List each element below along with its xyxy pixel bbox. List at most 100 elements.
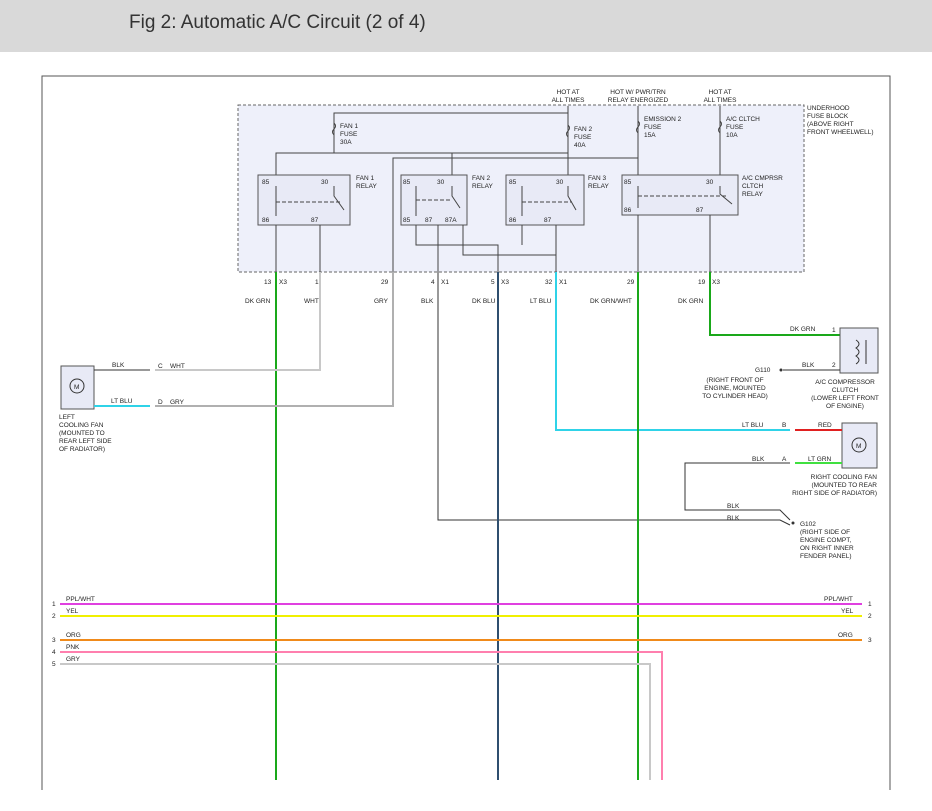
- svg-text:RELAY: RELAY: [356, 183, 377, 190]
- svg-text:RELAY: RELAY: [588, 183, 609, 190]
- svg-text:PPL/WHT: PPL/WHT: [66, 596, 95, 603]
- svg-text:FUSE: FUSE: [726, 124, 744, 131]
- compressor-wire-labels: DK GRN BLK: [790, 326, 816, 369]
- svg-text:BLK: BLK: [421, 298, 434, 305]
- wiring-diagram: HOT AT ALL TIMES HOT W/ PWR/TRN RELAY EN…: [0, 52, 932, 806]
- svg-text:87: 87: [311, 217, 319, 224]
- svg-text:RED: RED: [818, 422, 832, 429]
- svg-text:M: M: [856, 443, 861, 450]
- svg-text:85: 85: [403, 217, 411, 224]
- svg-text:REAR LEFT SIDE: REAR LEFT SIDE: [59, 438, 112, 445]
- wire-labels: DK GRN WHT GRY BLK DK BLU LT BLU DK GRN/…: [245, 298, 704, 305]
- svg-text:FAN 3: FAN 3: [588, 175, 606, 182]
- fuse-block-label: UNDERHOOD FUSE BLOCK (ABOVE RIGHT FRONT …: [807, 105, 874, 136]
- svg-text:85: 85: [403, 179, 411, 186]
- svg-text:15A: 15A: [644, 132, 656, 139]
- svg-text:(RIGHT FRONT OF: (RIGHT FRONT OF: [706, 377, 763, 384]
- svg-text:86: 86: [509, 217, 517, 224]
- svg-text:RELAY: RELAY: [472, 183, 493, 190]
- svg-text:LEFT: LEFT: [59, 414, 75, 421]
- svg-text:X3: X3: [712, 279, 720, 286]
- svg-text:30A: 30A: [340, 139, 352, 146]
- svg-text:19: 19: [698, 279, 706, 286]
- svg-text:85: 85: [262, 179, 270, 186]
- svg-text:FUSE: FUSE: [574, 134, 592, 141]
- svg-text:FUSE: FUSE: [340, 131, 358, 138]
- svg-text:4: 4: [431, 279, 435, 286]
- svg-text:87A: 87A: [445, 217, 457, 224]
- ac-compressor-clutch: 1 2 A/C COMPRESSOR CLUTCH (LOWER LEFT FR…: [811, 327, 879, 410]
- svg-text:1: 1: [832, 327, 836, 334]
- svg-text:FAN 1: FAN 1: [340, 123, 358, 130]
- svg-text:BLK: BLK: [112, 362, 125, 369]
- svg-text:RIGHT COOLING FAN: RIGHT COOLING FAN: [811, 474, 878, 481]
- svg-text:(MOUNTED TO: (MOUNTED TO: [59, 430, 105, 437]
- svg-text:2: 2: [868, 613, 872, 620]
- svg-text:40A: 40A: [574, 142, 586, 149]
- main-wires: [155, 272, 840, 780]
- svg-text:FENDER PANEL): FENDER PANEL): [800, 553, 852, 560]
- svg-text:DK GRN: DK GRN: [678, 298, 704, 305]
- svg-text:(ABOVE RIGHT: (ABOVE RIGHT: [807, 121, 854, 128]
- svg-text:87: 87: [425, 217, 433, 224]
- svg-text:FRONT WHEELWELL): FRONT WHEELWELL): [807, 129, 874, 136]
- svg-text:13: 13: [264, 279, 272, 286]
- svg-text:30: 30: [556, 179, 564, 186]
- svg-text:FUSE BLOCK: FUSE BLOCK: [807, 113, 849, 120]
- svg-text:RELAY ENERGIZED: RELAY ENERGIZED: [608, 97, 669, 104]
- lower-bus-labels: 1 2 3 4 5 PPL/WHT YEL ORG PNK GRY PPL/WH…: [52, 596, 872, 668]
- svg-text:FAN 2: FAN 2: [472, 175, 490, 182]
- svg-text:4: 4: [52, 649, 56, 656]
- svg-text:HOT AT: HOT AT: [557, 89, 580, 96]
- svg-text:RELAY: RELAY: [742, 191, 763, 198]
- svg-text:FUSE: FUSE: [644, 124, 662, 131]
- svg-text:A/C CMPRSR: A/C CMPRSR: [742, 175, 783, 182]
- svg-text:G102: G102: [800, 521, 816, 528]
- svg-text:CLTCH: CLTCH: [742, 183, 763, 190]
- svg-text:85: 85: [509, 179, 517, 186]
- svg-text:29: 29: [381, 279, 389, 286]
- svg-text:LT BLU: LT BLU: [742, 422, 764, 429]
- svg-text:87: 87: [544, 217, 552, 224]
- svg-text:M: M: [74, 384, 79, 391]
- svg-text:A/C COMPRESSOR: A/C COMPRESSOR: [815, 379, 875, 386]
- svg-text:WHT: WHT: [304, 298, 319, 305]
- svg-text:85: 85: [624, 179, 632, 186]
- left-cooling-fan: M LEFT COOLING FAN (MOUNTED TO REAR LEFT…: [59, 365, 112, 453]
- svg-text:HOT W/ PWR/TRN: HOT W/ PWR/TRN: [610, 89, 666, 96]
- g110-ground: G110 (RIGHT FRONT OF ENGINE, MOUNTED TO …: [702, 367, 783, 400]
- svg-text:BLK: BLK: [727, 515, 740, 522]
- svg-text:A/C CLTCH: A/C CLTCH: [726, 116, 760, 123]
- right-fan-labels: LT BLU B RED BLK A LT GRN BLK BLK: [727, 422, 832, 522]
- svg-text:OF ENGINE): OF ENGINE): [826, 403, 864, 410]
- svg-text:D: D: [158, 399, 163, 406]
- svg-text:ORG: ORG: [838, 632, 853, 639]
- svg-text:ON RIGHT INNER: ON RIGHT INNER: [800, 545, 854, 552]
- svg-text:COOLING FAN: COOLING FAN: [59, 422, 104, 429]
- lower-bus-wires: [60, 603, 862, 780]
- svg-text:G110: G110: [755, 367, 771, 374]
- svg-text:ENGINE COMPT,: ENGINE COMPT,: [800, 537, 851, 544]
- svg-text:GRY: GRY: [374, 298, 389, 305]
- svg-text:(LOWER LEFT FRONT: (LOWER LEFT FRONT: [811, 395, 879, 402]
- svg-text:5: 5: [491, 279, 495, 286]
- svg-text:YEL: YEL: [841, 608, 854, 615]
- svg-text:3: 3: [52, 637, 56, 644]
- svg-text:LT BLU: LT BLU: [530, 298, 552, 305]
- svg-text:C: C: [158, 363, 163, 370]
- svg-text:BLK: BLK: [727, 503, 740, 510]
- svg-text:OF RADIATOR): OF RADIATOR): [59, 446, 105, 453]
- svg-text:30: 30: [321, 179, 329, 186]
- svg-text:30: 30: [706, 179, 714, 186]
- svg-text:GRY: GRY: [170, 399, 185, 406]
- svg-text:(MOUNTED TO REAR: (MOUNTED TO REAR: [812, 482, 878, 489]
- svg-text:PPL/WHT: PPL/WHT: [824, 596, 853, 603]
- svg-text:B: B: [782, 422, 786, 429]
- svg-text:BLK: BLK: [802, 362, 815, 369]
- svg-text:X1: X1: [441, 279, 449, 286]
- svg-text:86: 86: [262, 217, 270, 224]
- svg-text:5: 5: [52, 661, 56, 668]
- circuit-svg: HOT AT ALL TIMES HOT W/ PWR/TRN RELAY EN…: [41, 75, 891, 790]
- svg-text:1: 1: [315, 279, 319, 286]
- svg-text:BLK: BLK: [752, 456, 765, 463]
